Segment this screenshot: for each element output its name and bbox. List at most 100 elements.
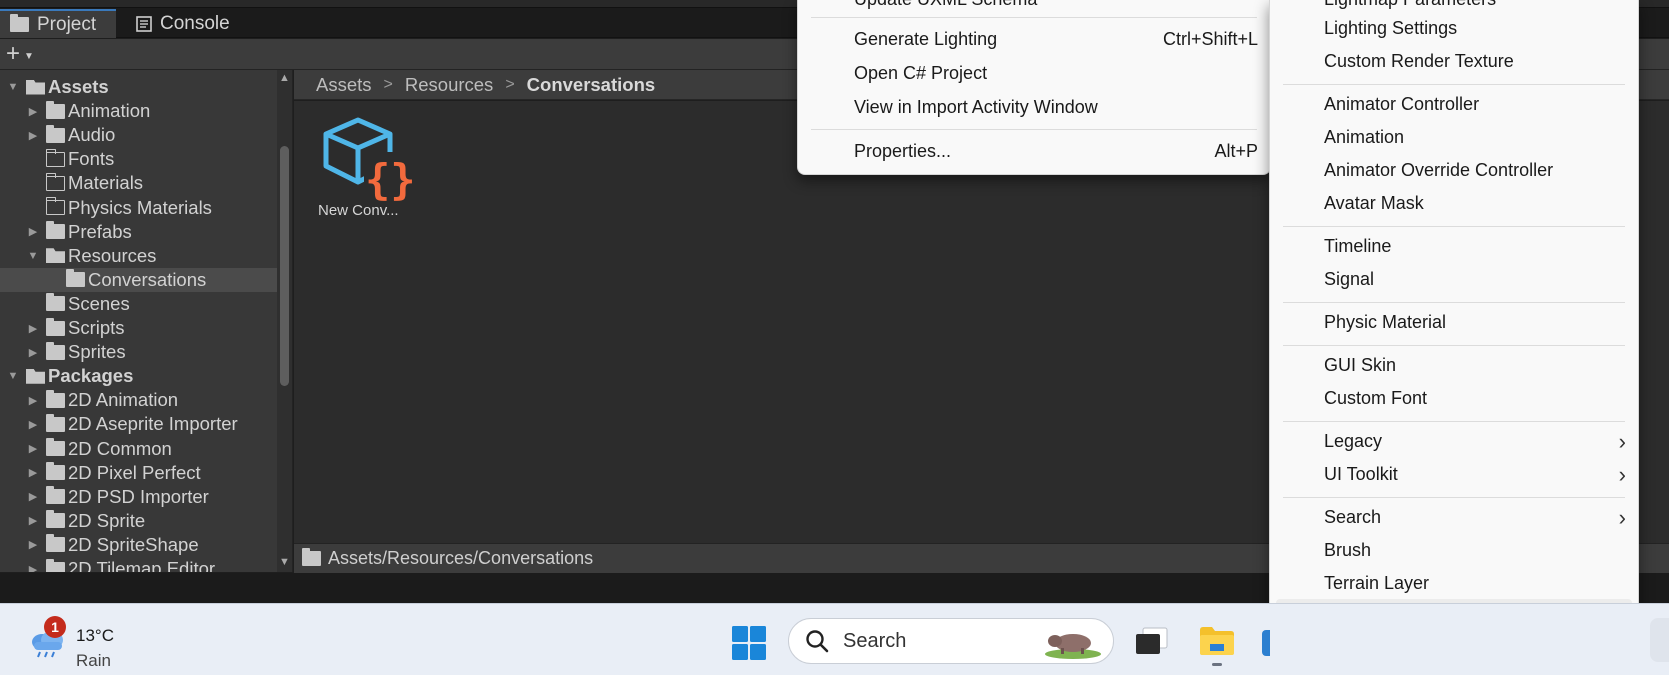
add-asset-button[interactable]: + ▼ (6, 40, 50, 67)
menu-item-shortcut: Ctrl+Shift+L (1162, 29, 1258, 49)
menu-item-view-import-activity[interactable]: View in Import Activity Window (798, 90, 1270, 125)
menu-item-ui-toolkit[interactable]: UI Toolkit › (1270, 457, 1638, 492)
tree-item[interactable]: ▶ 2D Pixel Perfect (0, 461, 290, 485)
tree-root-packages[interactable]: ▼ Packages (0, 364, 290, 388)
weather-temperature: 13°C (76, 626, 114, 645)
tree-item[interactable]: ▶ Sprites (0, 340, 290, 364)
tree-item[interactable]: ▼ Resources (0, 244, 290, 268)
tree-item[interactable]: ▶ 2D SpriteShape (0, 533, 290, 557)
chevron-right-icon[interactable]: ▶ (26, 514, 40, 528)
menu-item-open-csharp-project[interactable]: Open C# Project (798, 56, 1270, 91)
menu-item-terrain-layer[interactable]: Terrain Layer (1270, 566, 1638, 601)
menu-item-timeline[interactable]: Timeline (1270, 229, 1638, 264)
folder-icon (46, 124, 65, 143)
tree-item-label: Prefabs (68, 220, 132, 242)
folder-icon (45, 197, 65, 215)
tree-item[interactable]: Conversations (0, 267, 290, 292)
chevron-down-icon[interactable]: ▼ (6, 80, 20, 94)
chevron-right-icon[interactable]: ▶ (26, 442, 40, 456)
tree-item[interactable]: Materials (0, 171, 290, 195)
folder-icon (10, 14, 29, 32)
scroll-down-icon[interactable]: ▼ (279, 556, 290, 568)
menu-item-lighting-settings[interactable]: Lighting Settings (1270, 11, 1638, 46)
chevron-right-icon[interactable]: ▶ (26, 321, 40, 335)
menu-item-signal[interactable]: Signal (1270, 262, 1638, 297)
menu-item-label: UI Toolkit (1324, 464, 1398, 484)
folder-icon (46, 389, 65, 408)
menu-item-gui-skin[interactable]: GUI Skin (1270, 348, 1638, 383)
chevron-down-icon[interactable]: ▼ (26, 249, 40, 263)
tree-item[interactable]: ▶ Audio (0, 123, 290, 147)
tab-console[interactable]: Console (126, 9, 256, 38)
running-indicator (1212, 663, 1222, 666)
chevron-right-icon[interactable]: ▶ (26, 417, 40, 431)
menu-separator (811, 17, 1257, 18)
menu-item-label: Properties... (854, 141, 952, 161)
menu-item-search[interactable]: Search › (1270, 500, 1638, 535)
menu-item-properties[interactable]: Properties... Alt+P (798, 134, 1270, 169)
chevron-down-icon[interactable]: ▼ (6, 369, 20, 383)
taskbar-search[interactable]: Search (788, 618, 1114, 664)
chevron-right-icon[interactable]: ▶ (26, 490, 40, 504)
folder-icon (46, 558, 65, 572)
tree-scrollbar[interactable]: ▲ ▼ (277, 70, 292, 572)
chevron-right-icon[interactable]: ▶ (26, 538, 40, 552)
tree-item[interactable]: ▶ 2D Common (0, 437, 290, 461)
breadcrumb-assets[interactable]: Assets (316, 74, 372, 96)
breadcrumb-resources[interactable]: Resources (405, 74, 493, 96)
chevron-right-icon[interactable]: ▶ (26, 225, 40, 239)
task-view-icon[interactable] (1134, 626, 1170, 656)
notification-badge: 1 (44, 616, 66, 638)
breadcrumb-conversations[interactable]: Conversations (527, 74, 656, 96)
search-highlight-pig-icon (1045, 634, 1101, 659)
tree-item[interactable]: ▶ 2D Sprite (0, 509, 290, 533)
menu-separator (1283, 345, 1625, 346)
chevron-right-icon[interactable]: ▶ (26, 128, 40, 142)
project-folder-tree: ▼ Assets ▶ Animation ▶ Audio Fonts Materials Phy… (0, 70, 293, 572)
tree-item[interactable]: ▶ 2D PSD Importer (0, 485, 290, 509)
menu-item-animation[interactable]: Animation (1270, 120, 1638, 155)
menu-item-custom-font[interactable]: Custom Font (1270, 381, 1638, 416)
tree-item[interactable]: Fonts (0, 147, 290, 171)
tree-item[interactable]: ▶ Prefabs (0, 220, 290, 244)
chevron-right-icon[interactable]: ▶ (26, 345, 40, 359)
tree-item[interactable]: Scenes (0, 292, 290, 316)
taskbar-app-icon[interactable] (1650, 618, 1669, 662)
menu-item-legacy[interactable]: Legacy › (1270, 424, 1638, 459)
menu-item-brush[interactable]: Brush (1270, 533, 1638, 568)
tree-root-assets[interactable]: ▼ Assets (0, 75, 290, 99)
menu-item-animator-controller[interactable]: Animator Controller (1270, 87, 1638, 122)
tree-item[interactable]: ▶ 2D Aseprite Importer (0, 412, 290, 436)
tab-project[interactable]: Project (0, 9, 116, 38)
tree-item[interactable]: ▶ 2D Animation (0, 388, 290, 412)
tree-item[interactable]: ▶ Scripts (0, 316, 290, 340)
asset-item-label[interactable]: New Conv... (318, 202, 418, 219)
menu-item-custom-render-texture[interactable]: Custom Render Texture (1270, 44, 1638, 79)
windows-start-icon[interactable] (731, 625, 767, 661)
tree-item[interactable]: ▶ 2D Tilemap Editor (0, 557, 290, 572)
console-icon (136, 15, 152, 32)
tree-item[interactable]: Physics Materials (0, 196, 290, 220)
chevron-right-icon[interactable]: ▶ (26, 393, 40, 407)
browser-icon[interactable] (1262, 630, 1270, 656)
menu-item-physic-material[interactable]: Physic Material (1270, 305, 1638, 340)
menu-item-partial[interactable]: Update UXML Schema (798, 0, 1270, 17)
menu-item-label: Custom Font (1324, 388, 1428, 408)
menu-item-generate-lighting[interactable]: Generate Lighting Ctrl+Shift+L (798, 22, 1270, 57)
file-explorer-icon[interactable] (1198, 624, 1236, 656)
chevron-right-icon[interactable]: ▶ (26, 562, 40, 573)
tree-item[interactable]: ▶ Animation (0, 99, 290, 123)
scroll-up-icon[interactable]: ▲ (279, 72, 290, 84)
menu-item-animator-override-controller[interactable]: Animator Override Controller (1270, 153, 1638, 188)
folder-icon (46, 293, 65, 312)
chevron-right-icon[interactable]: ▶ (26, 466, 40, 480)
tab-console-label: Console (160, 12, 230, 34)
weather-widget[interactable]: 1 13°C Rain (24, 614, 144, 670)
menu-item-avatar-mask[interactable]: Avatar Mask (1270, 186, 1638, 221)
folder-icon (46, 462, 65, 481)
chevron-right-icon[interactable]: ▶ (26, 104, 40, 118)
tree-scroll-thumb[interactable] (280, 146, 289, 386)
folder-icon (46, 534, 65, 553)
